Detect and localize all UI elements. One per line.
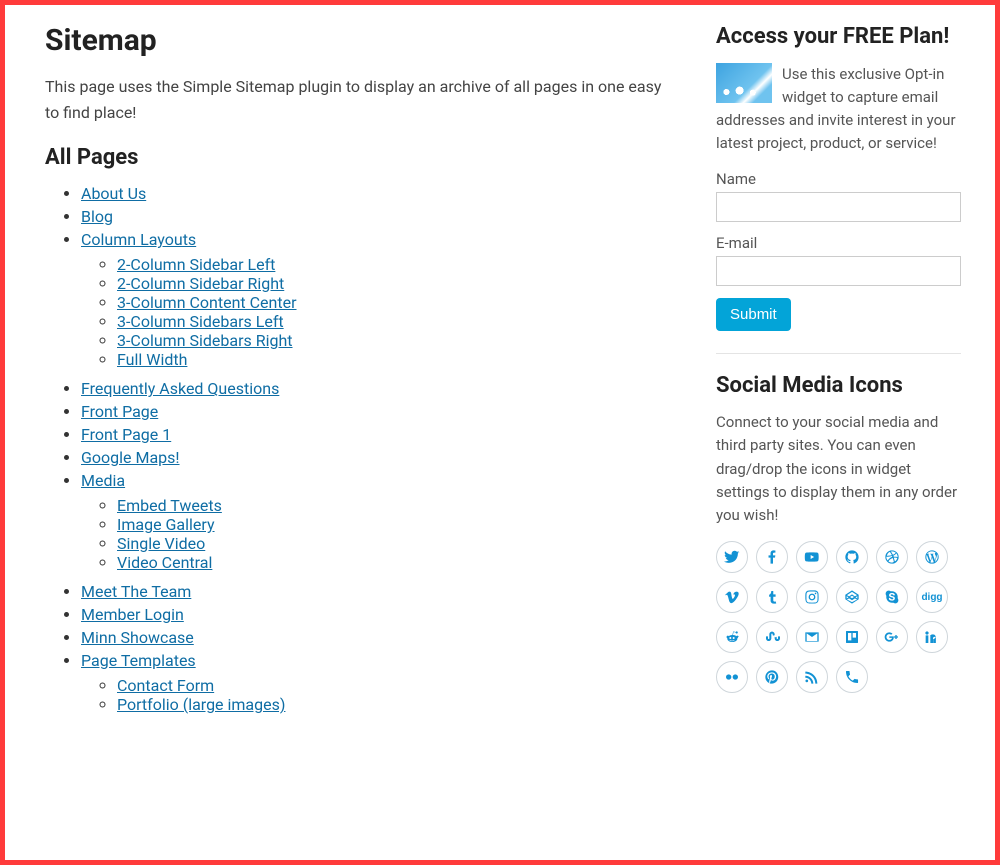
youtube-icon[interactable] xyxy=(796,541,828,573)
optin-title: Access your FREE Plan! xyxy=(716,23,961,51)
flickr-icon[interactable] xyxy=(716,661,748,693)
sitemap-item: Full Width xyxy=(117,350,676,369)
sitemap-item: Column Layouts 2-Column Sidebar Left2-Col… xyxy=(81,230,676,369)
sitemap-item: Portfolio (large images) xyxy=(117,695,676,714)
skype-icon[interactable] xyxy=(876,581,908,613)
sitemap-sublist: 2-Column Sidebar Left2-Column Sidebar Ri… xyxy=(81,255,676,369)
sitemap-item: Frequently Asked Questions xyxy=(81,379,676,398)
wordpress-icon[interactable] xyxy=(916,541,948,573)
sitemap-item: Meet The Team xyxy=(81,582,676,601)
sitemap-item: Video Central xyxy=(117,553,676,572)
phone-icon[interactable] xyxy=(836,661,868,693)
sitemap-link[interactable]: Frequently Asked Questions xyxy=(81,379,279,398)
linkedin-icon[interactable] xyxy=(916,621,948,653)
social-widget: Social Media Icons Connect to your socia… xyxy=(716,372,961,694)
github-icon[interactable] xyxy=(836,541,868,573)
sitemap-link[interactable]: Member Login xyxy=(81,605,184,624)
sitemap-link[interactable]: Media xyxy=(81,471,125,490)
sitemap-link[interactable]: 3-Column Sidebars Right xyxy=(117,331,293,350)
sitemap-item: 2-Column Sidebar Left xyxy=(117,255,676,274)
sitemap-link[interactable]: Single Video xyxy=(117,534,205,553)
intro-text: This page uses the Simple Sitemap plugin… xyxy=(45,74,676,125)
all-pages-heading: All Pages xyxy=(45,145,676,170)
email-label: E-mail xyxy=(716,234,961,252)
vimeo-icon[interactable] xyxy=(716,581,748,613)
sitemap-link[interactable]: About Us xyxy=(81,184,146,203)
rss-icon[interactable] xyxy=(796,661,828,693)
pinterest-icon[interactable] xyxy=(756,661,788,693)
sitemap-sublist: Embed TweetsImage GallerySingle VideoVid… xyxy=(81,496,676,572)
sitemap-item: Blog xyxy=(81,207,676,226)
sitemap-link[interactable]: Embed Tweets xyxy=(117,496,222,515)
sitemap-item: 3-Column Sidebars Left xyxy=(117,312,676,331)
sitemap-link[interactable]: Front Page xyxy=(81,402,158,421)
digg-icon[interactable]: digg xyxy=(916,581,948,613)
sitemap-item: Member Login xyxy=(81,605,676,624)
sitemap-link[interactable]: Google Maps! xyxy=(81,448,180,467)
sitemap-link[interactable]: 3-Column Sidebars Left xyxy=(117,312,284,331)
sitemap-link[interactable]: Portfolio (large images) xyxy=(117,695,285,714)
sitemap-link[interactable]: Full Width xyxy=(117,350,187,369)
sitemap-link[interactable]: Image Gallery xyxy=(117,515,215,534)
sitemap-item: 2-Column Sidebar Right xyxy=(117,274,676,293)
sitemap-list: About Us Blog Column Layouts 2-Column Sideb… xyxy=(45,184,676,714)
sitemap-item: Google Maps! xyxy=(81,448,676,467)
sitemap-item: Embed Tweets xyxy=(117,496,676,515)
sitemap-link[interactable]: 2-Column Sidebar Left xyxy=(117,255,275,274)
social-description: Connect to your social media and third p… xyxy=(716,411,961,527)
widget-separator xyxy=(716,353,961,354)
sitemap-sublist: Contact FormPortfolio (large images) xyxy=(81,676,676,714)
submit-button[interactable]: Submit xyxy=(716,298,791,331)
sitemap-link[interactable]: Contact Form xyxy=(117,676,214,695)
email-icon[interactable] xyxy=(796,621,828,653)
twitter-icon[interactable] xyxy=(716,541,748,573)
stumbleupon-icon[interactable] xyxy=(756,621,788,653)
reddit-icon[interactable] xyxy=(716,621,748,653)
optin-thumbnail xyxy=(716,63,772,103)
sitemap-item: Page Templates Contact FormPortfolio (lar… xyxy=(81,651,676,714)
sitemap-link[interactable]: Column Layouts xyxy=(81,230,196,249)
trello-icon[interactable] xyxy=(836,621,868,653)
sitemap-item: Front Page 1 xyxy=(81,425,676,444)
sitemap-item: Media Embed TweetsImage GallerySingle Vid… xyxy=(81,471,676,572)
sitemap-item: Single Video xyxy=(117,534,676,553)
sitemap-link[interactable]: Page Templates xyxy=(81,651,196,670)
sitemap-item: Image Gallery xyxy=(117,515,676,534)
social-icon-grid: digg xyxy=(716,541,961,693)
sitemap-link[interactable]: 2-Column Sidebar Right xyxy=(117,274,284,293)
name-label: Name xyxy=(716,170,961,188)
sitemap-link[interactable]: Video Central xyxy=(117,553,212,572)
dribbble-icon[interactable] xyxy=(876,541,908,573)
email-input[interactable] xyxy=(716,256,961,286)
sitemap-link[interactable]: 3-Column Content Center xyxy=(117,293,297,312)
googleplus-icon[interactable] xyxy=(876,621,908,653)
instagram-icon[interactable] xyxy=(796,581,828,613)
optin-widget: Access your FREE Plan! Use this exclusiv… xyxy=(716,23,961,331)
sitemap-item: Contact Form xyxy=(117,676,676,695)
sitemap-link[interactable]: Front Page 1 xyxy=(81,425,171,444)
sitemap-item: Minn Showcase xyxy=(81,628,676,647)
sitemap-link[interactable]: Minn Showcase xyxy=(81,628,194,647)
page-title: Sitemap xyxy=(45,23,676,58)
sitemap-link[interactable]: Blog xyxy=(81,207,113,226)
name-input[interactable] xyxy=(716,192,961,222)
sitemap-item: 3-Column Content Center xyxy=(117,293,676,312)
sitemap-item: Front Page xyxy=(81,402,676,421)
social-title: Social Media Icons xyxy=(716,372,961,400)
sitemap-link[interactable]: Meet The Team xyxy=(81,582,191,601)
facebook-icon[interactable] xyxy=(756,541,788,573)
sitemap-item: 3-Column Sidebars Right xyxy=(117,331,676,350)
codepen-icon[interactable] xyxy=(836,581,868,613)
tumblr-icon[interactable] xyxy=(756,581,788,613)
sitemap-item: About Us xyxy=(81,184,676,203)
